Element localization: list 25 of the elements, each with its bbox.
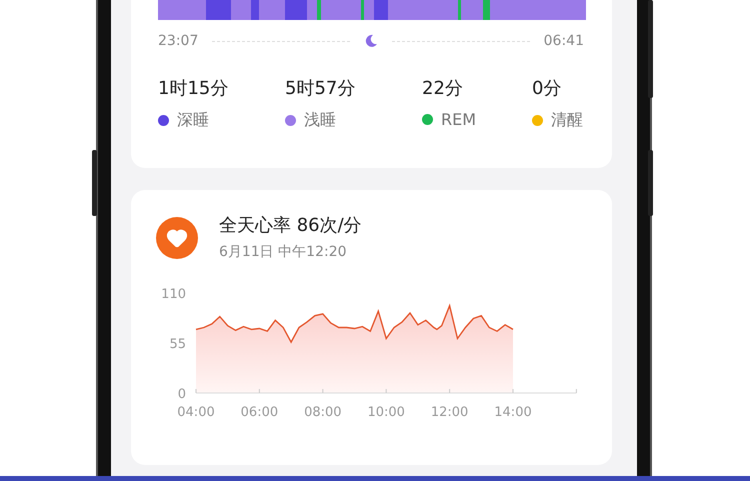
x-tick-label: 12:00 [430,405,468,420]
y-tick-label: 0 [178,387,186,402]
sleep-start-time: 23:07 [158,33,198,49]
heart-rate-timestamp: 6月11日 中午12:20 [219,243,348,261]
stage-label: 浅睡 [304,110,336,131]
y-tick-label: 55 [169,337,186,352]
x-tick-label: 14:00 [494,405,532,420]
stage-label: 深睡 [177,110,209,131]
y-tick-label: 110 [161,287,186,302]
stage-duration: 22分 [422,77,464,100]
x-tick-label: 04:00 [177,405,215,420]
side-button[interactable] [648,0,653,98]
stage-label: REM [441,110,476,129]
stage-label: 清醒 [551,110,583,131]
x-tick-label: 08:00 [304,405,342,420]
moon-icon [364,34,378,48]
side-button[interactable] [92,150,97,216]
x-tick-label: 06:00 [240,405,278,420]
heart-rate-title: 全天心率 86次/分 [219,214,362,237]
sleep-end-time: 06:41 [544,33,584,49]
side-button[interactable] [648,150,653,216]
stage-duration: 1时15分 [158,77,230,100]
stage-duration: 0分 [532,77,562,100]
x-tick-label: 10:00 [367,405,405,420]
stage-duration: 5时57分 [285,77,356,100]
